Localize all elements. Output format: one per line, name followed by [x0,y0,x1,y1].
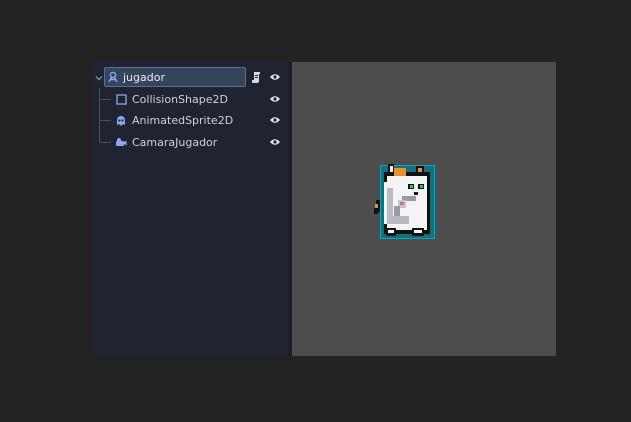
cat-character-sprite[interactable] [372,162,438,242]
tree-item-label[interactable]: CollisionShape2D [132,89,228,109]
tree-guide-line [99,88,100,142]
tree-item-label: jugador [123,70,165,84]
tree-item-label[interactable]: AnimatedSprite2D [132,110,233,130]
camera-icon [116,138,127,146]
visibility-eye-icon[interactable] [269,95,281,103]
node-2d-icon [108,71,118,83]
visibility-eye-icon[interactable] [269,73,281,81]
collision-shape-icon [116,94,127,105]
animated-sprite-icon [117,116,125,126]
tree-guide-line [99,120,111,121]
chevron-down-icon[interactable] [95,74,103,82]
tree-item-label[interactable]: CamaraJugador [132,132,217,152]
tree-guide-line [99,142,111,143]
visibility-eye-icon[interactable] [269,116,281,124]
script-icon[interactable] [251,71,262,84]
tree-guide-line [99,99,111,100]
visibility-eye-icon[interactable] [269,138,281,146]
